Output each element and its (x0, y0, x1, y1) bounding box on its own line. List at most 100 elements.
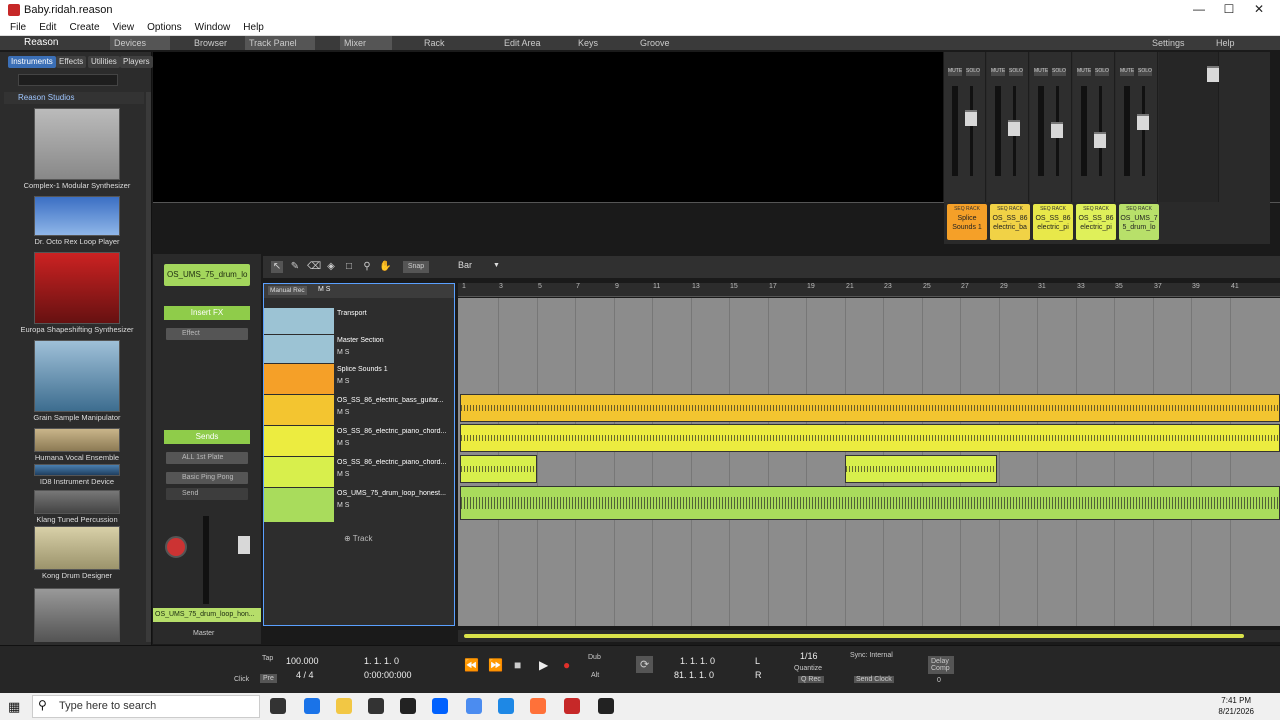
track-row-splice[interactable]: Splice Sounds 1 M S (264, 364, 454, 394)
send-2[interactable]: Basic Ping Pong (166, 472, 248, 484)
manual-rec-button[interactable]: Manual Rec (268, 286, 307, 295)
edge-icon[interactable] (304, 698, 320, 714)
mute-button[interactable]: MUTE (1077, 68, 1091, 76)
toolbar-track-panel[interactable]: Track Panel (245, 36, 315, 50)
tab-players[interactable]: Players (120, 56, 153, 68)
time-display[interactable]: 0:00:00:000 (364, 670, 412, 680)
clip-bass[interactable] (460, 394, 1280, 422)
track-row-piano-1[interactable]: OS_SS_86_electric_piano_chord... M S (264, 426, 454, 456)
maximize-button[interactable]: ☐ (1214, 2, 1244, 18)
grid-select[interactable]: Bar (458, 260, 472, 270)
fader-handle[interactable] (1094, 132, 1106, 148)
amazon-icon[interactable] (400, 698, 416, 714)
device-grain[interactable]: Grain Sample Manipulator (10, 340, 144, 422)
mixer-label-3[interactable]: SEQ RACK OS_SS_86 electric_pi (1033, 204, 1073, 240)
solo-button[interactable]: SOLO (1138, 68, 1152, 76)
mute-button[interactable]: MUTE (948, 68, 962, 76)
device-klang[interactable]: Klang Tuned Percussion (10, 490, 144, 524)
loop-left-display[interactable]: 1. 1. 1. 0 (680, 656, 715, 666)
output-select[interactable]: Master (193, 630, 214, 637)
arrangement-lanes[interactable] (458, 298, 1280, 626)
toolbar-browser[interactable]: Browser (190, 36, 231, 50)
record-icon[interactable]: ● (563, 658, 570, 672)
toolbar-keys[interactable]: Keys (574, 36, 602, 50)
toolbar-edit-area[interactable]: Edit Area (500, 36, 545, 50)
solo-button[interactable]: SOLO (1095, 68, 1109, 76)
play-icon[interactable]: ▶ (539, 658, 548, 672)
tempo-display[interactable]: 100.000 (286, 656, 319, 666)
task-view-icon[interactable] (270, 698, 286, 714)
quantize-rec-button[interactable]: Q Rec (798, 676, 824, 683)
sync-select[interactable]: Sync: Internal (850, 652, 893, 659)
toolbar-mixer[interactable]: Mixer (340, 36, 392, 50)
track-row-piano-2[interactable]: OS_SS_86_electric_piano_chord... M S (264, 457, 454, 487)
stop-icon[interactable]: ■ (514, 658, 521, 672)
store-icon[interactable] (368, 698, 384, 714)
mute-button[interactable]: MUTE (1034, 68, 1048, 76)
track-row-transport[interactable]: Transport (264, 308, 454, 334)
track-row-bass[interactable]: OS_SS_86_electric_bass_guitar... M S (264, 395, 454, 425)
menu-file[interactable]: File (10, 22, 26, 33)
mute-button[interactable]: MUTE (991, 68, 1005, 76)
device-complex-1[interactable]: Complex-1 Modular Synthesizer (10, 108, 144, 190)
dropbox-icon[interactable] (432, 698, 448, 714)
clip-drum-loop[interactable] (460, 486, 1280, 520)
mixer-label-5[interactable]: SEQ RACK OS_UMS_7 5_drum_lo (1119, 204, 1159, 240)
snap-button[interactable]: Snap (403, 261, 429, 273)
arrangement-scrollbar[interactable] (458, 630, 1280, 642)
fader-handle[interactable] (1008, 120, 1020, 136)
menu-view[interactable]: View (113, 22, 135, 33)
magnify-tool-icon[interactable]: ⚲ (361, 261, 373, 273)
solo-button[interactable]: SOLO (966, 68, 980, 76)
position-display[interactable]: 1. 1. 1. 0 (364, 656, 399, 666)
menu-help[interactable]: Help (243, 22, 264, 33)
precount-button[interactable]: Pre (260, 674, 277, 683)
clip-piano-2a[interactable] (460, 455, 537, 483)
mail-icon[interactable] (498, 698, 514, 714)
inspector-channel-name[interactable]: OS_UMS_75_drum_loop_hon... (153, 608, 261, 622)
clip-piano-2b[interactable] (845, 455, 997, 483)
add-effect-button[interactable]: Effect (166, 328, 248, 340)
track-row-drum-loop[interactable]: OS_UMS_75_drum_loop_honest... M S (264, 488, 454, 522)
send-clock-button[interactable]: Send Clock (854, 676, 894, 683)
tap-button[interactable]: Tap (262, 655, 273, 662)
alt-button[interactable]: Alt (591, 672, 599, 679)
device-next[interactable] (10, 588, 144, 642)
menu-edit[interactable]: Edit (39, 22, 56, 33)
device-humana[interactable]: Humana Vocal Ensemble (10, 428, 144, 462)
timeline-ruler[interactable]: 1 3 5 7 9 11 13 15 17 19 21 23 25 27 29 … (458, 283, 1280, 297)
minimize-button[interactable]: — (1184, 2, 1214, 18)
menu-options[interactable]: Options (147, 22, 181, 33)
browser-search-input[interactable] (18, 74, 118, 86)
pan-knob[interactable] (165, 536, 187, 558)
delay-comp-button[interactable]: Delay Comp (928, 656, 954, 674)
chevron-down-icon[interactable]: ▼ (493, 262, 500, 269)
toolbar-devices[interactable]: Devices (110, 36, 170, 50)
scroll-thumb[interactable] (464, 634, 1244, 638)
mixer-label-4[interactable]: SEQ RACK OS_SS_86 electric_pi (1076, 204, 1116, 240)
tab-utilities[interactable]: Utilities (88, 56, 120, 68)
quantize-select[interactable]: 1/16 (800, 651, 818, 661)
add-track-button[interactable]: ⊕ Track (344, 534, 372, 543)
add-send-button[interactable]: Send (166, 488, 248, 500)
app-icon-2[interactable] (598, 698, 614, 714)
device-europa[interactable]: Europa Shapeshifting Synthesizer (10, 252, 144, 334)
taskbar-clock[interactable]: 7:41 PM 8/21/2026 (1218, 695, 1254, 717)
firefox-icon[interactable] (530, 698, 546, 714)
signature-display[interactable]: 4 / 4 (296, 670, 314, 680)
fader-handle[interactable] (1051, 122, 1063, 138)
track-row-master[interactable]: Master Section M S (264, 335, 454, 363)
inspector-fader[interactable] (238, 536, 250, 554)
menu-window[interactable]: Window (195, 22, 231, 33)
dub-button[interactable]: Dub (588, 654, 601, 661)
hand-tool-icon[interactable]: ✋ (379, 261, 391, 273)
solo-button[interactable]: SOLO (1009, 68, 1023, 76)
windows-start-icon[interactable]: ▦ (8, 699, 20, 715)
toolbar-groove[interactable]: Groove (636, 36, 674, 50)
solo-button[interactable]: SOLO (1052, 68, 1066, 76)
eraser-tool-icon[interactable]: ⌫ (307, 261, 321, 273)
tab-effects[interactable]: Effects (56, 56, 87, 68)
mixer-label-2[interactable]: SEQ RACK OS_SS_86 electric_ba (990, 204, 1030, 240)
tab-instruments[interactable]: Instruments (8, 56, 56, 68)
clip-piano-1[interactable] (460, 424, 1280, 452)
